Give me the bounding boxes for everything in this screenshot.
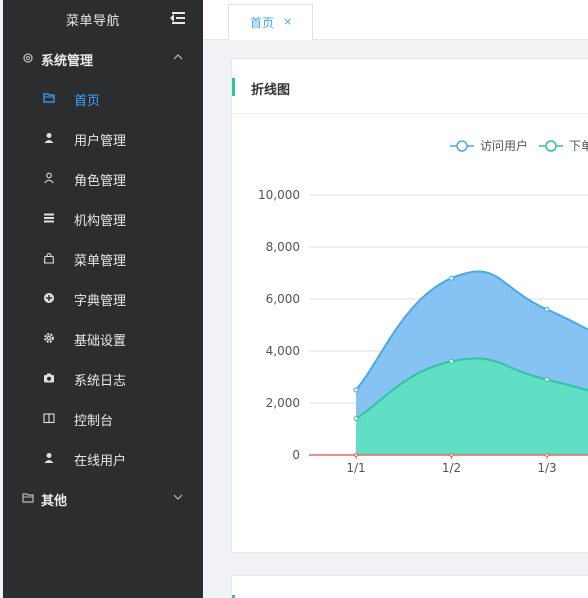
y-tick-label: 4,000 bbox=[266, 344, 300, 358]
menu-group-label: 其他 bbox=[41, 494, 68, 509]
y-tick-label: 8,000 bbox=[266, 240, 300, 254]
gear-icon bbox=[44, 333, 54, 343]
legend-marker-icon bbox=[456, 140, 468, 152]
tab-label: 首页 bbox=[250, 16, 275, 30]
sidebar-item-online-users[interactable]: 在线用户 bbox=[3, 438, 203, 478]
chevron-down-icon bbox=[173, 492, 183, 502]
sidebar-title: 菜单导航 bbox=[66, 14, 121, 29]
sidebar-item-basic-settings[interactable]: 基础设置 bbox=[3, 318, 203, 358]
sidebar-item-logs[interactable]: 系统日志 bbox=[3, 358, 203, 398]
sidebar-item-org[interactable]: 机构管理 bbox=[3, 198, 203, 238]
legend-label: 访问用户 bbox=[480, 138, 528, 153]
sidebar-item-users[interactable]: 用户管理 bbox=[3, 118, 203, 158]
tab-bar: 首页 × bbox=[203, 0, 588, 40]
sidebar-item-roles[interactable]: 角色管理 bbox=[3, 158, 203, 198]
close-icon[interactable]: × bbox=[283, 15, 292, 28]
list-icon bbox=[44, 213, 54, 223]
sidebar-item-dict[interactable]: 字典管理 bbox=[3, 278, 203, 318]
folder-open-icon bbox=[43, 93, 55, 103]
menu-group-label: 系统管理 bbox=[41, 54, 94, 69]
card-title: 折线图 bbox=[251, 83, 291, 98]
shopping-bag-icon bbox=[43, 252, 55, 264]
legend-item[interactable]: 访问用户 bbox=[450, 138, 528, 153]
sidebar-item-label: 字典管理 bbox=[74, 294, 127, 309]
menu-toggle-icon[interactable] bbox=[170, 12, 185, 25]
user-outline-icon bbox=[44, 172, 54, 184]
y-tick-label: 0 bbox=[292, 448, 300, 462]
legend-marker-icon bbox=[545, 140, 557, 152]
card-accent-bar bbox=[232, 78, 235, 96]
baseline-point bbox=[354, 453, 358, 457]
book-icon bbox=[43, 413, 55, 424]
sidebar-item-label: 系统日志 bbox=[74, 374, 127, 389]
y-tick-label: 6,000 bbox=[266, 292, 300, 306]
menu-group-other[interactable]: 其他 bbox=[3, 478, 203, 518]
sidebar-item-console[interactable]: 控制台 bbox=[3, 398, 203, 438]
settings-icon bbox=[23, 53, 33, 63]
menu-group-system[interactable]: 系统管理 bbox=[3, 38, 203, 78]
legend-item[interactable]: 下单用户 bbox=[539, 138, 588, 153]
sidebar-item-label: 在线用户 bbox=[74, 454, 127, 469]
baseline-point bbox=[449, 453, 454, 457]
app-root: 菜单导航 系统管理 首页 用户管理 角色管理 机构管理 菜单管理 字典管理 基础… bbox=[0, 0, 588, 598]
data-point bbox=[544, 306, 550, 312]
plus-circle-icon bbox=[44, 293, 54, 303]
sidebar: 菜单导航 系统管理 首页 用户管理 角色管理 机构管理 菜单管理 字典管理 基础… bbox=[3, 0, 203, 598]
sidebar-item-label: 控制台 bbox=[74, 414, 114, 429]
line-chart: 访问用户 下单用户 10,000 8,000 6,000 4,000 2,000 0 1/1 1… bbox=[258, 138, 588, 475]
sidebar-item-home[interactable]: 首页 bbox=[3, 78, 203, 118]
baseline-point bbox=[545, 453, 549, 457]
folder-icon bbox=[22, 493, 34, 503]
y-tick-label: 10,000 bbox=[258, 188, 300, 202]
user-icon bbox=[44, 453, 54, 463]
main-content: 首页 × 折线图 访问用户 下单用户 10,000 8,000 6,000 4,000 2… bbox=[203, 0, 588, 598]
chart-legend[interactable]: 访问用户 下单用户 bbox=[450, 138, 588, 153]
x-tick-label: 1/2 bbox=[442, 461, 461, 475]
user-icon bbox=[44, 133, 54, 143]
data-point bbox=[449, 275, 454, 281]
data-point bbox=[449, 358, 454, 364]
x-tick-label: 1/1 bbox=[346, 461, 365, 475]
card-header: 折线图 bbox=[232, 59, 588, 114]
tab-home[interactable]: 首页 × bbox=[228, 4, 313, 40]
chevron-up-icon bbox=[173, 52, 183, 62]
data-point bbox=[353, 387, 359, 393]
sidebar-item-label: 首页 bbox=[74, 94, 101, 109]
line-chart-card: 折线图 访问用户 下单用户 10,000 8,000 6,000 4,000 2,000 0… bbox=[231, 58, 588, 553]
data-point bbox=[544, 377, 550, 383]
legend-label: 下单用户 bbox=[569, 138, 588, 153]
sidebar-header: 菜单导航 bbox=[3, 0, 203, 38]
y-tick-label: 2,000 bbox=[266, 396, 300, 410]
sidebar-item-label: 机构管理 bbox=[74, 214, 127, 229]
sidebar-item-label: 用户管理 bbox=[74, 134, 127, 149]
sidebar-item-label: 基础设置 bbox=[74, 334, 127, 349]
sidebar-item-menus[interactable]: 菜单管理 bbox=[3, 238, 203, 278]
sidebar-item-label: 菜单管理 bbox=[74, 254, 127, 269]
sidebar-item-label: 角色管理 bbox=[74, 174, 127, 189]
data-point bbox=[353, 416, 359, 422]
camera-icon bbox=[44, 373, 54, 383]
x-tick-label: 1/3 bbox=[537, 461, 556, 475]
bar-chart-card: 柱图 bbox=[231, 575, 588, 598]
